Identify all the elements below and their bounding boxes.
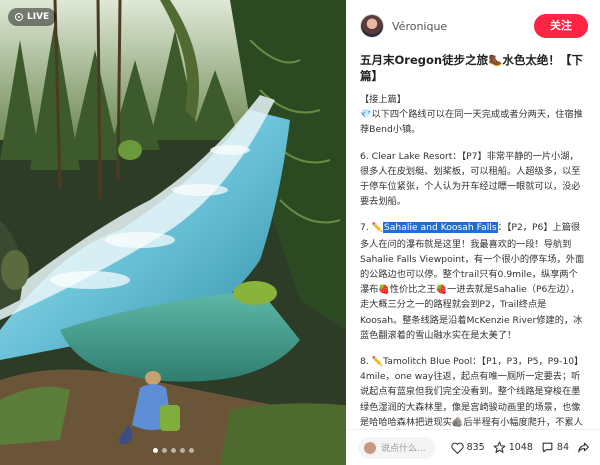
river-forest-image: [0, 0, 346, 465]
pencil-icon: ✏️: [371, 223, 383, 234]
post-paragraph-6: 6. Clear Lake Resort：【P7】非常平静的一片小湖，很多人在皮…: [360, 150, 581, 208]
carousel-dot[interactable]: [152, 448, 158, 453]
carousel-dot[interactable]: [188, 448, 194, 453]
comment-button[interactable]: 84: [541, 441, 569, 454]
post-content: 五月末Oregon徒步之旅🥾水色太绝！【下篇】 【接上篇】 💎以下四个路线可以在…: [346, 52, 600, 427]
like-button[interactable]: 835: [450, 442, 485, 454]
live-label: LIVE: [27, 12, 50, 22]
carousel-dot[interactable]: [170, 448, 176, 453]
comment-count: 84: [556, 442, 569, 453]
heart-icon: [450, 442, 464, 454]
collect-button[interactable]: 1048: [493, 441, 533, 454]
highlighted-place-name[interactable]: Sahalie and Koosah Falls: [382, 222, 498, 234]
carousel-dot[interactable]: [161, 448, 167, 453]
follow-button[interactable]: 关注: [534, 14, 588, 38]
carousel-dot[interactable]: [179, 448, 185, 453]
share-button[interactable]: [577, 441, 590, 454]
user-avatar: [364, 441, 376, 454]
comment-icon: [542, 442, 553, 453]
intro-line: 💎以下四个路线可以在同一天完成或者分两天，住宿推荐Bend小镇。: [360, 109, 583, 136]
intro-line: 【接上篇】: [360, 94, 406, 105]
collect-count: 1048: [508, 442, 533, 453]
post-panel: Véronique 关注 五月末Oregon徒步之旅🥾水色太绝！【下篇】 【接上…: [346, 0, 600, 465]
post-paragraph-7: 7. ✏️Sahalie and Koosah Falls：【P2，P6】上篇很…: [360, 220, 586, 343]
live-badge[interactable]: LIVE: [8, 8, 57, 26]
comment-placeholder: 说点什么...: [381, 444, 426, 454]
share-icon: [578, 442, 589, 453]
post-footer: 说点什么... 835 1048 84: [346, 429, 600, 465]
live-icon: [15, 13, 23, 21]
star-icon: [493, 441, 506, 453]
post-title: 五月末Oregon徒步之旅🥾水色太绝！【下篇】: [360, 53, 583, 83]
paragraph-text: ：【P2，P6】上篇很多人在问的瀑布就是这里！我最喜欢的一段！导航到Sahali…: [360, 222, 585, 341]
author-name[interactable]: Véronique: [392, 20, 534, 33]
comment-input[interactable]: 说点什么...: [358, 436, 435, 459]
like-count: 835: [466, 442, 485, 453]
post-photo[interactable]: LIVE: [0, 0, 346, 465]
post-intro: 【接上篇】 💎以下四个路线可以在同一天完成或者分两天，住宿推荐Bend小镇。: [360, 92, 586, 138]
carousel-dots: [0, 448, 346, 453]
post-header: Véronique 关注: [346, 0, 600, 52]
post-paragraph-8: 8. ✏️Tamolitch Blue Pool：【P1，P3，P5，P9-10…: [360, 356, 584, 427]
author-avatar[interactable]: [360, 14, 384, 38]
paragraph-number: 7.: [360, 222, 372, 234]
